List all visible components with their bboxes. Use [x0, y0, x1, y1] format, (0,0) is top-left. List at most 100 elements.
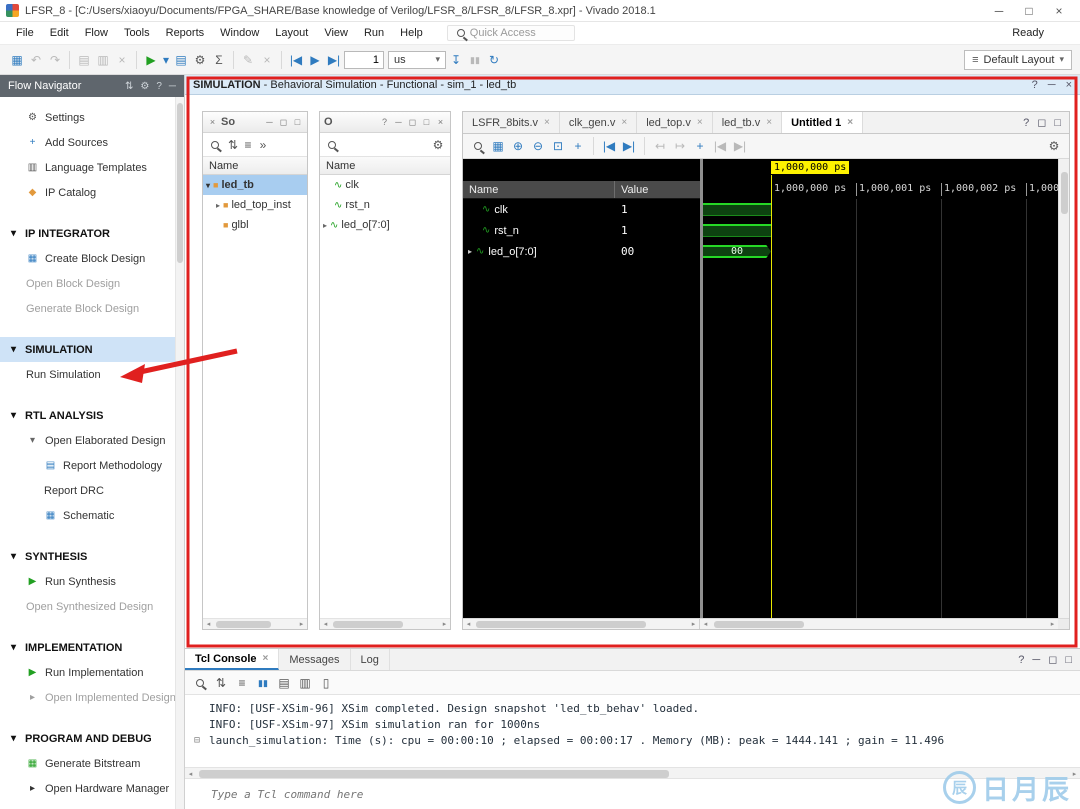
zoom-fit-icon[interactable]: ⊡	[549, 137, 567, 155]
wave-settings-gear-icon[interactable]: ⚙	[1045, 137, 1063, 155]
sidebar-item-ip-catalog[interactable]: ◆ IP Catalog	[0, 180, 184, 205]
minimize-icon[interactable]: ─	[264, 117, 275, 127]
scrollbar-thumb[interactable]	[199, 770, 669, 778]
menu-help[interactable]: Help	[392, 25, 431, 41]
float-icon[interactable]: ◻	[278, 117, 289, 128]
zoom-to-cursor-icon[interactable]: +	[569, 137, 587, 155]
wave-cursor-line[interactable]	[771, 175, 772, 618]
redo-icon[interactable]: ↷	[46, 51, 64, 69]
objects-hscrollbar[interactable]: ◂ ▸	[320, 618, 450, 629]
break-icon[interactable]: ▮▮	[466, 51, 484, 69]
scope-row-glbl[interactable]: ■ glbl	[203, 215, 307, 235]
scroll-left-arrow[interactable]: ◂	[320, 619, 331, 630]
window-minimize-button[interactable]: ─	[984, 4, 1014, 18]
chevron-right-icon[interactable]: ▸	[323, 221, 327, 230]
float-icon[interactable]: ◻	[1048, 653, 1057, 666]
expand-all-icon[interactable]: ≡	[233, 674, 251, 692]
add-marker-icon[interactable]: +	[691, 137, 709, 155]
sidebar-item-run-implementation[interactable]: ▶ Run Implementation	[0, 660, 184, 685]
help-icon[interactable]: ?	[1023, 117, 1029, 129]
sidebar-item-generate-bitstream[interactable]: ▦ Generate Bitstream	[0, 751, 184, 776]
relaunch-icon[interactable]: ↻	[485, 51, 503, 69]
scrollbar-thumb[interactable]	[476, 621, 646, 628]
tab-close-icon[interactable]: ×	[697, 117, 703, 128]
close-icon[interactable]: ×	[207, 117, 218, 127]
sidebar-item-schematic[interactable]: ▦ Schematic	[0, 503, 184, 528]
paste-icon[interactable]: ▥	[94, 51, 112, 69]
undo-icon[interactable]: ↶	[27, 51, 45, 69]
wave-vscrollbar[interactable]	[1058, 159, 1069, 618]
collapse-all-icon[interactable]: ⇅	[212, 674, 230, 692]
tab-close-icon[interactable]: ×	[263, 653, 269, 664]
close-icon[interactable]: ×	[1066, 79, 1072, 91]
sidebar-item-report-methodology[interactable]: ▤ Report Methodology	[0, 453, 184, 478]
help-icon[interactable]: ?	[1018, 654, 1024, 666]
run-for-time-icon[interactable]: ▶|	[325, 51, 343, 69]
next-marker-icon[interactable]: ▶|	[731, 137, 749, 155]
tab-clk-gen[interactable]: clk_gen.v ×	[560, 112, 637, 133]
scroll-right-arrow[interactable]: ▸	[439, 619, 450, 630]
layout-selector[interactable]: ≡ Default Layout ▾	[964, 50, 1072, 70]
wave-row-rst-n[interactable]: ∿rst_n 1	[463, 220, 700, 241]
menu-reports[interactable]: Reports	[158, 25, 213, 41]
objects-row-rst-n[interactable]: ∿ rst_n	[320, 195, 450, 215]
zoom-out-icon[interactable]: ⊖	[529, 137, 547, 155]
next-transition-icon[interactable]: ↦	[671, 137, 689, 155]
chevron-right-icon[interactable]: ▸	[216, 201, 220, 210]
close-icon[interactable]: ×	[435, 117, 446, 127]
scrollbar-thumb[interactable]	[1061, 172, 1068, 214]
menu-view[interactable]: View	[316, 25, 356, 41]
objects-row-clk[interactable]: ∿ clk	[320, 175, 450, 195]
sidebar-item-settings[interactable]: ⚙ Settings	[0, 105, 184, 130]
scope-hscrollbar[interactable]: ◂ ▸	[203, 618, 307, 629]
goto-end-icon[interactable]: ▶|	[620, 137, 638, 155]
scroll-left-arrow[interactable]: ◂	[185, 769, 196, 780]
wave-row-clk[interactable]: ∿clk 1	[463, 199, 700, 220]
gear-icon[interactable]: ⚙	[429, 136, 447, 154]
sidebar-item-open-hardware-manager[interactable]: ▸ Open Hardware Manager	[0, 776, 184, 801]
wave-table-hscrollbar[interactable]: ◂ ▸	[463, 619, 700, 629]
sidebar-section-simulation[interactable]: ▾ SIMULATION	[0, 337, 184, 362]
scrollbar-thumb[interactable]	[177, 103, 183, 263]
scrollbar-thumb[interactable]	[333, 621, 403, 628]
tcl-command-input[interactable]	[211, 788, 811, 801]
maximize-icon[interactable]: □	[1065, 654, 1072, 666]
scroll-right-arrow[interactable]: ▸	[688, 619, 699, 630]
maximize-icon[interactable]: □	[1054, 117, 1061, 129]
menu-flow[interactable]: Flow	[77, 25, 116, 41]
tab-close-icon[interactable]: ×	[621, 117, 627, 128]
scope-row-led-top-inst[interactable]: ▸ ■ led_top_inst	[203, 195, 307, 215]
search-icon[interactable]	[211, 141, 219, 149]
collapse-box-icon[interactable]: ⊟	[185, 735, 209, 746]
sidebar-item-report-drc[interactable]: Report DRC	[0, 478, 184, 503]
wave-value-column-header[interactable]: Value	[615, 181, 700, 198]
sidebar-section-rtl-analysis[interactable]: ▾ RTL ANALYSIS	[0, 403, 184, 428]
tab-messages[interactable]: Messages	[279, 649, 350, 670]
sidebar-item-run-simulation[interactable]: Run Simulation	[0, 362, 184, 387]
dock-icon[interactable]: ⇅	[125, 81, 133, 92]
objects-row-led-o[interactable]: ▸ ∿ led_o[7:0]	[320, 215, 450, 235]
save-waveform-icon[interactable]: ▦	[489, 137, 507, 155]
collapse-icon[interactable]: ⇅	[227, 136, 239, 154]
sidebar-item-language-templates[interactable]: ▥ Language Templates	[0, 155, 184, 180]
search-icon[interactable]	[328, 141, 336, 149]
menu-edit[interactable]: Edit	[42, 25, 77, 41]
maximize-icon[interactable]: □	[292, 117, 303, 127]
prev-transition-icon[interactable]: ↤	[651, 137, 669, 155]
save-log-icon[interactable]: ▥	[296, 674, 314, 692]
sim-time-unit-select[interactable]: us ▾	[388, 51, 446, 69]
tab-tcl-console[interactable]: Tcl Console ×	[185, 649, 279, 670]
sidebar-section-program-and-debug[interactable]: ▾ PROGRAM AND DEBUG	[0, 726, 184, 751]
scrollbar-thumb[interactable]	[216, 621, 271, 628]
sim-time-input[interactable]	[344, 51, 384, 69]
sidebar-section-ip-integrator[interactable]: ▾ IP INTEGRATOR	[0, 221, 184, 246]
help-icon[interactable]: ?	[156, 81, 162, 92]
step-icon[interactable]: ↧	[447, 51, 465, 69]
wave-row-led-o[interactable]: ▸∿led_o[7:0] 00	[463, 241, 700, 262]
wave-name-column-header[interactable]: Name	[463, 181, 615, 198]
zoom-in-icon[interactable]: ⊕	[509, 137, 527, 155]
scroll-left-arrow[interactable]: ◂	[463, 619, 474, 630]
sidebar-item-run-synthesis[interactable]: ▶ Run Synthesis	[0, 569, 184, 594]
minimize-icon[interactable]: ─	[1032, 654, 1040, 666]
help-icon[interactable]: ?	[1032, 79, 1038, 91]
